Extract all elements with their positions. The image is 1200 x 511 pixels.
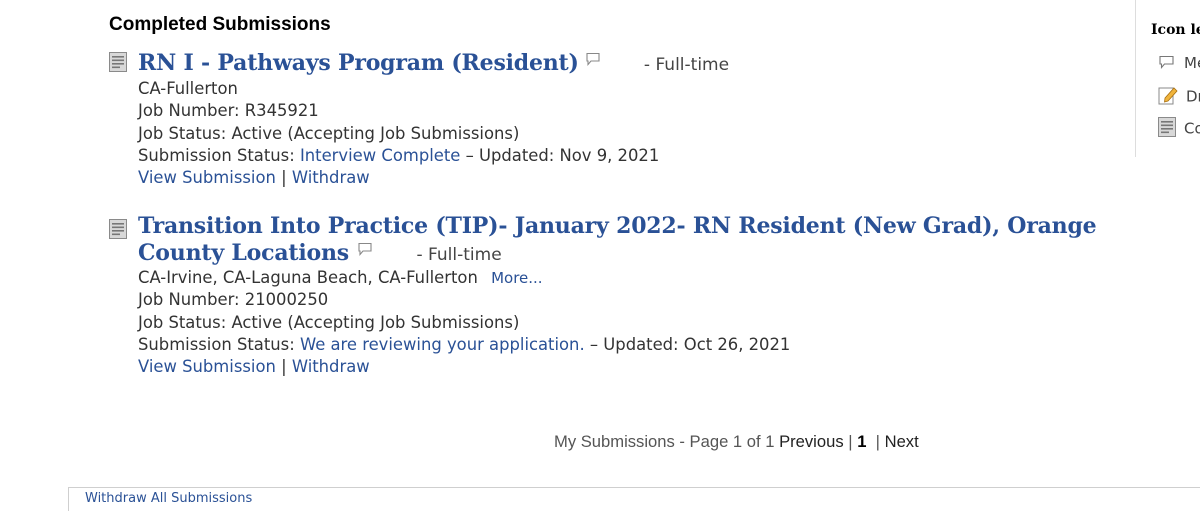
- icon-legend-title: Icon le: [1151, 22, 1200, 38]
- job-actions: View Submission | Withdraw: [138, 167, 729, 189]
- legend-item-message: Me: [1158, 54, 1200, 73]
- comment-icon[interactable]: [585, 48, 601, 66]
- legend-label: Co: [1184, 119, 1200, 138]
- action-separator: |: [281, 168, 287, 188]
- job-title-link[interactable]: RN I - Pathways Program (Resident): [138, 50, 579, 76]
- pagination-separator: |: [848, 432, 853, 451]
- job-actions: View Submission | Withdraw: [138, 356, 1096, 378]
- legend-label: Dr: [1186, 87, 1200, 106]
- pagination: My Submissions - Page 1 of 1 Previous | …: [554, 432, 919, 452]
- job-listing: Transition Into Practice (TIP)- January …: [109, 213, 1097, 378]
- job-location: CA-Fullerton: [138, 79, 238, 98]
- job-title-link[interactable]: Transition Into Practice (TIP)- January …: [138, 213, 1097, 266]
- action-separator: |: [281, 357, 287, 377]
- job-title-line1: Transition Into Practice (TIP)- January …: [138, 213, 1097, 239]
- job-status: Job Status: Active (Accepting Job Submis…: [138, 312, 520, 332]
- comment-icon[interactable]: [357, 239, 373, 256]
- job-status: Job Status: Active (Accepting Job Submis…: [138, 123, 520, 143]
- view-submission-link[interactable]: View Submission: [138, 357, 276, 376]
- more-locations-link[interactable]: More...: [491, 269, 543, 287]
- completed-document-icon: [109, 219, 127, 239]
- view-submission-link[interactable]: View Submission: [138, 168, 276, 187]
- legend-item-draft: Dr: [1158, 85, 1200, 109]
- job-number: Job Number: R345921: [138, 101, 319, 121]
- comment-icon: [1158, 55, 1176, 73]
- withdraw-link[interactable]: Withdraw: [292, 168, 370, 187]
- bottom-actions-bar: Withdraw All Submissions: [68, 487, 1200, 511]
- pagination-summary: My Submissions - Page 1 of 1: [554, 432, 775, 451]
- updated-date: – Updated: Oct 26, 2021: [589, 334, 791, 354]
- legend-label: Me: [1184, 54, 1200, 72]
- completed-document-icon: [109, 52, 127, 72]
- pagination-separator: |: [875, 432, 880, 451]
- updated-date: – Updated: Nov 9, 2021: [465, 145, 660, 165]
- completed-document-icon: [1158, 117, 1176, 141]
- previous-page-link[interactable]: Previous: [779, 432, 844, 451]
- submission-status-label: Submission Status:: [138, 145, 295, 165]
- job-listing: RN I - Pathways Program (Resident) - Ful…: [109, 48, 729, 189]
- submission-status-label: Submission Status:: [138, 334, 295, 354]
- section-heading: Completed Submissions: [109, 14, 331, 35]
- job-location-line: CA-Irvine, CA-Laguna Beach, CA-Fullerton…: [138, 267, 1096, 289]
- submission-status-link[interactable]: We are reviewing your application.: [300, 335, 585, 354]
- job-location: CA-Irvine, CA-Laguna Beach, CA-Fullerton: [138, 268, 478, 287]
- job-number: Job Number: 21000250: [138, 290, 329, 310]
- legend-item-completed: Co: [1158, 117, 1200, 141]
- submission-status-line: Submission Status: Interview Complete – …: [138, 145, 729, 167]
- withdraw-all-link[interactable]: Withdraw All Submissions: [85, 491, 252, 506]
- job-type: - Full-time: [416, 245, 502, 265]
- submission-status-line: Submission Status: We are reviewing your…: [138, 334, 1096, 356]
- job-type: - Full-time: [643, 55, 730, 75]
- legend-divider: [1135, 0, 1136, 157]
- withdraw-link[interactable]: Withdraw: [292, 357, 370, 376]
- draft-pencil-icon: [1158, 85, 1178, 109]
- current-page-number: 1: [857, 432, 867, 451]
- submission-status-link[interactable]: Interview Complete: [300, 146, 460, 165]
- next-page-link[interactable]: Next: [885, 432, 919, 451]
- job-title-line2: County Locations: [138, 240, 349, 266]
